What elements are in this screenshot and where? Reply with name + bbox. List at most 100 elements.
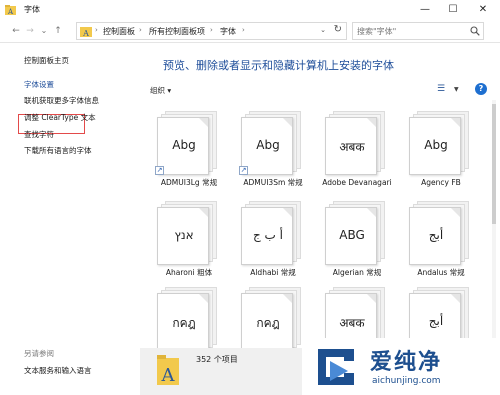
font-sheet: Abg	[157, 117, 209, 175]
sidebar-item-download-fonts[interactable]: 下载所有语言的字体	[24, 145, 92, 156]
font-name-label: Agency FB	[421, 178, 461, 187]
minimize-button[interactable]: —	[410, 0, 440, 19]
close-button[interactable]: ✕	[468, 0, 498, 19]
view-options-chevron-icon[interactable]: ▼	[454, 86, 459, 93]
font-name-label: ADMUI3Lg 常规	[160, 178, 218, 187]
font-file-icon: Abg ↗	[155, 111, 219, 175]
svg-text:A: A	[7, 8, 14, 15]
font-tile[interactable]: أبج Andalus 常规	[399, 198, 483, 290]
svg-text:A: A	[161, 365, 176, 385]
font-tile[interactable]: ABG Algerian 常规	[315, 198, 399, 290]
page-fold	[367, 294, 376, 303]
page-fold	[367, 208, 376, 217]
font-file-icon: أبج	[409, 201, 471, 265]
up-icon[interactable]: ↑	[52, 25, 64, 37]
see-also-heading: 另请参阅	[24, 349, 54, 358]
sidebar-item-font-settings[interactable]: 字体设置	[24, 79, 54, 90]
font-name-label: Aldhabi 常规	[250, 268, 296, 277]
command-bar: 组织 ▾ ☰ ▼ ?	[140, 82, 500, 99]
font-tile[interactable]: Abg Agency FB	[399, 108, 483, 200]
search-box[interactable]	[352, 22, 484, 40]
watermark-logo-icon	[318, 349, 354, 385]
font-file-icon: Abg	[409, 111, 471, 175]
font-sheet: أبج	[409, 207, 461, 265]
view-details-icon[interactable]: ☰	[437, 84, 445, 94]
page-fold	[199, 294, 208, 303]
page-fold	[199, 208, 208, 217]
font-sheet: Abg	[241, 117, 293, 175]
sidebar-item-adjust-cleartype[interactable]: 调整 ClearType 文本	[24, 112, 96, 123]
breadcrumb-separator: ›	[139, 26, 142, 34]
forward-icon[interactable]: →	[24, 25, 36, 37]
shortcut-arrow-icon: ↗	[239, 166, 248, 175]
font-sheet: กคฎ	[241, 293, 293, 351]
watermark: 爱纯净 aichunjing.com	[302, 338, 500, 395]
page-title: 预览、删除或者显示和隐藏计算机上安装的字体	[163, 59, 394, 72]
font-name-label: ADMUI3Sm 常规	[243, 178, 303, 187]
watermark-url: aichunjing.com	[372, 376, 441, 386]
page-fold	[199, 118, 208, 127]
font-sample-glyph: กคฎ	[256, 316, 280, 330]
font-file-icon: Abg ↗	[239, 111, 303, 175]
font-sample-glyph: अबक	[339, 140, 365, 154]
organize-button[interactable]: 组织 ▾	[150, 85, 171, 96]
sidebar-item-control-panel-home[interactable]: 控制面板主页	[24, 55, 69, 66]
address-bar: ← → ⌄ ↑ A › 控制面板 › 所有控制面板项 › 字体 › ⌄ ↻	[0, 19, 500, 43]
scrollbar[interactable]	[490, 100, 498, 348]
recent-locations-chevron-icon[interactable]: ⌄	[38, 25, 50, 37]
fonts-window: A 字体 — ☐ ✕ ← → ⌄ ↑ A › 控制面板 › 所有控制面板项 › …	[0, 0, 500, 395]
font-sheet: أ ب ج	[241, 207, 293, 265]
page-fold	[283, 294, 292, 303]
scrollbar-track[interactable]	[490, 100, 498, 348]
fonts-folder-icon: A	[157, 355, 179, 385]
breadcrumb-fonts[interactable]: 字体	[220, 26, 236, 37]
page-fold	[283, 208, 292, 217]
breadcrumb-all-items[interactable]: 所有控制面板项	[149, 26, 205, 37]
back-icon[interactable]: ←	[10, 25, 22, 37]
font-name-label: Adobe Devanagari	[322, 178, 392, 187]
sidebar-item-get-more-font-info[interactable]: 联机获取更多字体信息	[24, 95, 99, 106]
help-icon[interactable]: ?	[475, 83, 487, 95]
window-title: 字体	[24, 5, 40, 14]
font-tile[interactable]: אנץ Aharoni 粗体	[147, 198, 231, 290]
font-sample-glyph: אנץ	[174, 228, 194, 242]
font-sample-glyph: กคฎ	[172, 316, 196, 330]
font-name-label: Algerian 常规	[332, 268, 382, 277]
font-tile[interactable]: Abg ↗ ADMUI3Lg 常规	[147, 108, 231, 200]
fonts-folder-icon: A	[5, 5, 16, 15]
font-sample-glyph: أبج	[428, 314, 444, 328]
breadcrumb-separator: ›	[95, 26, 98, 34]
breadcrumb-separator: ›	[210, 26, 213, 34]
breadcrumb-separator: ›	[242, 26, 245, 34]
sidebar-item-text-services[interactable]: 文本服务和输入语言	[24, 365, 92, 376]
maximize-button[interactable]: ☐	[438, 0, 468, 19]
font-sheet: अबक	[325, 117, 377, 175]
search-icon[interactable]	[470, 26, 480, 36]
page-fold	[451, 118, 460, 127]
font-sample-glyph: أبج	[428, 228, 444, 242]
watermark-title: 爱纯净	[370, 350, 443, 375]
page-fold	[283, 118, 292, 127]
font-file-icon: अबक	[325, 111, 387, 175]
font-sample-glyph: ABG	[339, 228, 365, 242]
address-box[interactable]: A › 控制面板 › 所有控制面板项 › 字体 › ⌄ ↻	[76, 22, 347, 40]
search-input[interactable]	[353, 23, 463, 39]
font-tile[interactable]: अबक Adobe Devanagari	[315, 108, 399, 200]
left-task-pane: 控制面板主页 字体设置 联机获取更多字体信息 调整 ClearType 文本 查…	[0, 44, 140, 395]
font-sheet: กคฎ	[157, 293, 209, 351]
sidebar-item-find-character[interactable]: 查找字符	[24, 129, 54, 140]
page-fold	[451, 208, 460, 217]
font-tile[interactable]: Abg ↗ ADMUI3Sm 常规	[231, 108, 315, 200]
font-sample-glyph: अबक	[339, 316, 365, 330]
font-file-icon: אנץ	[157, 201, 219, 265]
font-tile[interactable]: أ ب ج Aldhabi 常规	[231, 198, 315, 290]
address-dropdown-icon[interactable]: ⌄	[320, 26, 326, 34]
font-file-icon: กคฎ	[157, 287, 219, 351]
font-name-label: Andalus 常规	[417, 268, 465, 277]
font-sample-glyph: Abg	[172, 138, 196, 152]
font-sample-glyph: Abg	[256, 138, 280, 152]
font-sheet: Abg	[409, 117, 461, 175]
font-sample-glyph: Abg	[424, 138, 448, 152]
breadcrumb-control-panel[interactable]: 控制面板	[103, 26, 135, 37]
refresh-icon[interactable]: ↻	[334, 24, 342, 35]
